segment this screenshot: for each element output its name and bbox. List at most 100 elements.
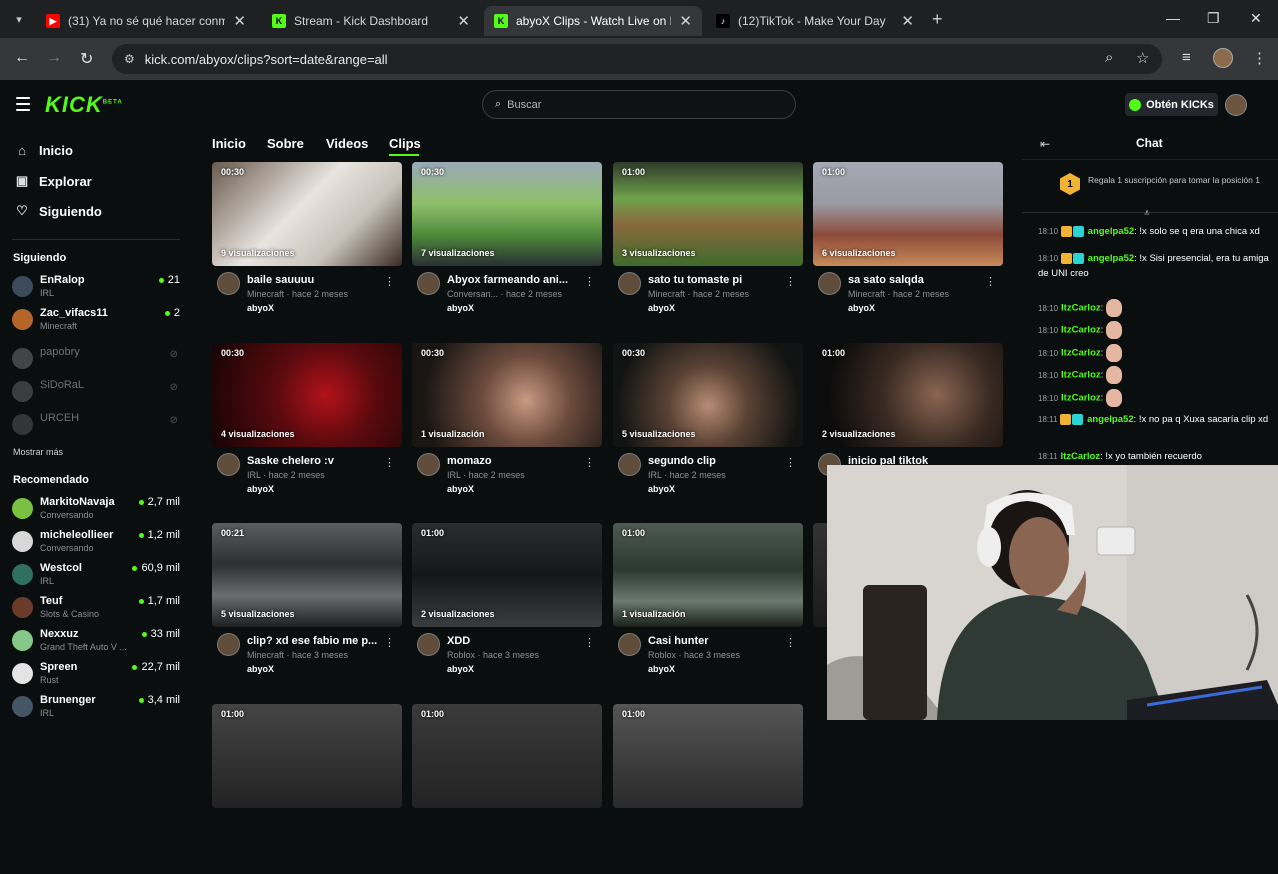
sidebar-channel-markitonavaja[interactable]: MarkitoNavaja Conversando 2,7 mil bbox=[12, 496, 182, 526]
sidebar-channel-papobry[interactable]: papobry ⊘ bbox=[12, 346, 182, 376]
get-kicks-button[interactable]: Obtén KICKs bbox=[1125, 93, 1218, 116]
avatar[interactable] bbox=[417, 633, 440, 656]
minimize-icon[interactable]: — bbox=[1166, 10, 1180, 26]
browser-tab-kick-dashboard[interactable]: K Stream - Kick Dashboard ✕ bbox=[262, 6, 480, 36]
back-icon[interactable]: ← bbox=[14, 49, 30, 67]
avatar[interactable] bbox=[217, 633, 240, 656]
clip-options-icon[interactable]: ⋮ bbox=[384, 275, 395, 288]
clip-author[interactable]: abyoX bbox=[648, 484, 675, 494]
tab-inicio[interactable]: Inicio bbox=[212, 136, 246, 151]
avatar[interactable] bbox=[618, 272, 641, 295]
reload-icon[interactable]: ↻ bbox=[80, 49, 93, 69]
chat-username[interactable]: ItzCarloz bbox=[1061, 348, 1101, 359]
address-bar[interactable]: ⚙ kick.com/abyox/clips?sort=date&range=a… bbox=[112, 44, 1162, 74]
chat-username[interactable]: ItzCarloz bbox=[1060, 451, 1100, 462]
clip-author[interactable]: abyoX bbox=[247, 664, 274, 674]
clip-title[interactable]: XDD bbox=[447, 635, 587, 647]
avatar[interactable] bbox=[618, 633, 641, 656]
media-control-icon[interactable]: ≡ bbox=[1182, 49, 1191, 66]
avatar[interactable] bbox=[417, 272, 440, 295]
clip-title[interactable]: momazo bbox=[447, 455, 587, 467]
clip-title[interactable]: Abyox farmeando ani... bbox=[447, 274, 587, 286]
nav-inicio[interactable]: ⌂ Inicio bbox=[14, 143, 73, 158]
chat-username[interactable]: angelpa52 bbox=[1088, 253, 1134, 264]
profile-avatar[interactable] bbox=[1213, 48, 1233, 68]
clip-card[interactable]: 01:00 3 visualizaciones sato tu tomaste pi… bbox=[613, 162, 803, 332]
sidebar-channel-westcol[interactable]: Westcol IRL 60,9 mil bbox=[12, 562, 182, 592]
clip-card[interactable]: 00:30 1 visualización momazo IRL · hace 2 m… bbox=[412, 343, 602, 513]
kick-logo[interactable]: KICKBETA bbox=[45, 92, 123, 118]
chat-username[interactable]: ItzCarloz bbox=[1061, 325, 1101, 336]
clip-card[interactable]: 01:00 bbox=[412, 704, 602, 874]
clip-options-icon[interactable]: ⋮ bbox=[584, 456, 595, 469]
avatar[interactable] bbox=[818, 272, 841, 295]
sidebar-channel-teuf[interactable]: Teuf Slots & Casino 1,7 mil bbox=[12, 595, 182, 625]
clip-options-icon[interactable]: ⋮ bbox=[985, 275, 996, 288]
close-tab-icon[interactable]: ✕ bbox=[901, 12, 914, 30]
clip-card[interactable]: 00:30 4 visualizaciones Saske chelero :v IR… bbox=[212, 343, 402, 513]
clip-title[interactable]: sa sato salqda bbox=[848, 274, 988, 286]
sidebar-channel-enralop[interactable]: EnRalop IRL 21 bbox=[12, 274, 182, 304]
clip-thumbnail[interactable]: 01:00 2 visualizaciones bbox=[412, 523, 602, 627]
chat-username[interactable]: angelpa52 bbox=[1087, 414, 1133, 425]
clip-options-icon[interactable]: ⋮ bbox=[584, 275, 595, 288]
clip-thumbnail[interactable]: 01:00 3 visualizaciones bbox=[613, 162, 803, 266]
user-avatar[interactable] bbox=[1225, 94, 1247, 116]
clip-title[interactable]: clip? xd ese fabio me p... bbox=[247, 635, 387, 647]
clip-card[interactable]: 01:00 1 visualización Casi hunter Roblox · … bbox=[613, 523, 803, 693]
clip-thumbnail[interactable]: 00:30 9 visualizaciones bbox=[212, 162, 402, 266]
clip-author[interactable]: abyoX bbox=[447, 303, 474, 313]
browser-tab-abyox-clips[interactable]: K abyoX Clips - Watch Live on Kick ✕ bbox=[484, 6, 702, 36]
clip-options-icon[interactable]: ⋮ bbox=[584, 636, 595, 649]
avatar[interactable] bbox=[618, 453, 641, 476]
sidebar-channel-nexxuz[interactable]: Nexxuz Grand Theft Auto V ... 33 mil bbox=[12, 628, 182, 658]
clip-title[interactable]: segundo clip bbox=[648, 455, 788, 467]
clip-card[interactable]: 00:21 5 visualizaciones clip? xd ese fabio… bbox=[212, 523, 402, 693]
tab-sobre[interactable]: Sobre bbox=[267, 136, 304, 151]
chat-username[interactable]: ItzCarloz bbox=[1061, 393, 1101, 404]
nav-explorar[interactable]: ▣ Explorar bbox=[14, 173, 92, 189]
clip-card[interactable]: 01:00 2 visualizaciones XDD Roblox · hace 3… bbox=[412, 523, 602, 693]
clip-author[interactable]: abyoX bbox=[648, 664, 675, 674]
chat-username[interactable]: ItzCarloz bbox=[1061, 370, 1101, 381]
clip-options-icon[interactable]: ⋮ bbox=[785, 275, 796, 288]
clip-card[interactable]: 01:00 bbox=[613, 704, 803, 874]
clip-card[interactable]: 01:00 bbox=[212, 704, 402, 874]
avatar[interactable] bbox=[217, 272, 240, 295]
tab-search-icon[interactable]: ▾ bbox=[8, 8, 30, 30]
clip-thumbnail[interactable]: 00:30 1 visualización bbox=[412, 343, 602, 447]
clip-author[interactable]: abyoX bbox=[247, 484, 274, 494]
clip-title[interactable]: sato tu tomaste pi bbox=[648, 274, 788, 286]
clip-options-icon[interactable]: ⋮ bbox=[785, 636, 796, 649]
clip-thumbnail[interactable]: 00:21 5 visualizaciones bbox=[212, 523, 402, 627]
nav-siguiendo[interactable]: ♡ Siguiendo bbox=[14, 203, 102, 219]
clip-thumbnail[interactable]: 01:00 6 visualizaciones bbox=[813, 162, 1003, 266]
clip-thumbnail[interactable]: 01:00 1 visualización bbox=[613, 523, 803, 627]
url-text[interactable]: kick.com/abyox/clips?sort=date&range=all bbox=[145, 52, 388, 67]
close-tab-icon[interactable]: ✕ bbox=[457, 12, 470, 30]
new-tab-icon[interactable]: + bbox=[932, 9, 943, 30]
sidebar-channel-spreen[interactable]: Spreen Rust 22,7 mil bbox=[12, 661, 182, 691]
clip-author[interactable]: abyoX bbox=[447, 664, 474, 674]
clip-author[interactable]: abyoX bbox=[447, 484, 474, 494]
search-input[interactable]: ⌕ Buscar bbox=[482, 90, 796, 119]
sidebar-channel-sidoral[interactable]: SiDoRaL ⊘ bbox=[12, 379, 182, 409]
avatar[interactable] bbox=[417, 453, 440, 476]
maximize-icon[interactable]: ❐ bbox=[1207, 10, 1220, 27]
clip-thumbnail[interactable]: 00:30 4 visualizaciones bbox=[212, 343, 402, 447]
chat-pinned-toggle-icon[interactable]: ⩡ bbox=[1144, 208, 1150, 219]
clip-card[interactable]: 00:30 9 visualizaciones baile sauuuu Minecr… bbox=[212, 162, 402, 332]
clip-options-icon[interactable]: ⋮ bbox=[384, 636, 395, 649]
clip-thumbnail[interactable]: 00:30 7 visualizaciones bbox=[412, 162, 602, 266]
clip-thumbnail[interactable]: 01:00 2 visualizaciones bbox=[813, 343, 1003, 447]
clip-card[interactable]: 00:30 5 visualizaciones segundo clip IRL · … bbox=[613, 343, 803, 513]
clip-options-icon[interactable]: ⋮ bbox=[384, 456, 395, 469]
browser-tab-youtube[interactable]: ▶ (31) Ya no sé qué hacer conmigo ✕ bbox=[36, 6, 256, 36]
clip-card[interactable]: 01:00 6 visualizaciones sa sato salqda Mine… bbox=[813, 162, 1003, 332]
sidebar-channel-urceh[interactable]: URCEH ⊘ bbox=[12, 412, 182, 442]
clip-title[interactable]: baile sauuuu bbox=[247, 274, 387, 286]
tab-clips[interactable]: Clips bbox=[389, 136, 421, 151]
clip-thumbnail[interactable]: 00:30 5 visualizaciones bbox=[613, 343, 803, 447]
close-tab-icon[interactable]: ✕ bbox=[233, 12, 246, 30]
clip-title[interactable]: Saske chelero :v bbox=[247, 455, 387, 467]
